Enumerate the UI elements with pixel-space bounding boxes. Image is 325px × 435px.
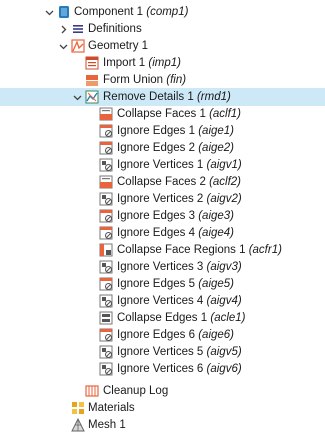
form-union-icon [85, 73, 99, 87]
geometry-icon [71, 39, 85, 53]
ignore-vertices-icon [99, 158, 113, 172]
ignore-vertices-icon [99, 345, 113, 359]
tree-node-label: Collapse Faces 2 (aclf2) [117, 176, 242, 188]
tree-node-detail[interactable]: Ignore Edges 2 (aige2) [0, 139, 325, 157]
mesh-icon [71, 418, 85, 432]
chevron-down-icon[interactable] [72, 88, 82, 106]
tree-node-label: Collapse Edges 1 (acle1) [117, 312, 246, 324]
chevron-down-icon[interactable] [58, 37, 68, 55]
tree-node-cleanup-log[interactable]: Cleanup Log [0, 382, 325, 400]
tree-node-label: Form Union (fin) [103, 74, 187, 86]
tree-node-detail[interactable]: Ignore Edges 6 (aige6) [0, 326, 325, 344]
chevron-down-icon[interactable] [44, 3, 54, 21]
tree-node-label: Ignore Edges 5 (aige5) [117, 278, 235, 290]
tree-node-label: Ignore Edges 1 (aige1) [117, 125, 235, 137]
tree-node-detail[interactable]: Ignore Vertices 4 (aigv4) [0, 292, 325, 310]
definitions-icon [71, 22, 85, 36]
tree-node-detail[interactable]: Collapse Faces 2 (aclf2) [0, 173, 325, 191]
ignore-vertices-icon [99, 192, 113, 206]
tree-node-detail[interactable]: Collapse Faces 1 (aclf1) [0, 105, 325, 123]
ignore-edges-icon [99, 124, 113, 138]
ignore-edges-icon [99, 209, 113, 223]
chevron-right-icon[interactable] [58, 20, 68, 38]
tree-node-detail[interactable]: Ignore Vertices 6 (aigv6) [0, 360, 325, 378]
tree-node-label: Ignore Edges 2 (aige2) [117, 142, 235, 154]
ignore-edges-icon [99, 226, 113, 240]
tree-node-detail[interactable]: Ignore Vertices 1 (aigv1) [0, 156, 325, 174]
tree-node-detail[interactable]: Ignore Edges 3 (aige3) [0, 207, 325, 225]
tree-node-detail[interactable]: Ignore Vertices 3 (aigv3) [0, 258, 325, 276]
tree-node-label: Ignore Vertices 4 (aigv4) [117, 295, 242, 307]
tree-node-definitions[interactable]: Definitions [0, 20, 325, 38]
tree-node-remove-details[interactable]: Remove Details 1 (rmd1) [0, 88, 325, 106]
collapse-faces-icon [99, 107, 113, 121]
tree-node-label: Ignore Vertices 3 (aigv3) [117, 261, 242, 273]
cleanup-log-icon [85, 384, 99, 398]
ignore-vertices-icon [99, 294, 113, 308]
tree-node-form-union[interactable]: Form Union (fin) [0, 71, 325, 89]
tree-node-label: Collapse Face Regions 1 (acfr1) [117, 244, 282, 256]
collapse-faces-icon [99, 175, 113, 189]
tree-node-label: Ignore Vertices 2 (aigv2) [117, 193, 242, 205]
tree-node-detail[interactable]: Ignore Edges 1 (aige1) [0, 122, 325, 140]
ignore-vertices-icon [99, 362, 113, 376]
remove-details-icon [85, 90, 99, 104]
tree-node-geometry[interactable]: Geometry 1 [0, 37, 325, 55]
tree-node-detail[interactable]: Collapse Face Regions 1 (acfr1) [0, 241, 325, 259]
import-icon [85, 56, 99, 70]
tree-node-label: Ignore Edges 6 (aige6) [117, 329, 235, 341]
tree-node-label: Cleanup Log [103, 385, 169, 397]
collapse-edges-icon [99, 311, 113, 325]
tree-node-label: Materials [88, 402, 135, 414]
tree-node-detail[interactable]: Collapse Edges 1 (acle1) [0, 309, 325, 327]
tree-node-label: Ignore Vertices 5 (aigv5) [117, 346, 242, 358]
tree-node-label: Ignore Edges 3 (aige3) [117, 210, 235, 222]
materials-icon [71, 401, 85, 415]
tree-node-detail[interactable]: Ignore Vertices 2 (aigv2) [0, 190, 325, 208]
tree-node-mesh[interactable]: Mesh 1 [0, 416, 325, 434]
tree-node-component[interactable]: Component 1 (comp1) [0, 3, 325, 21]
tree-node-label: Collapse Faces 1 (aclf1) [117, 108, 242, 120]
tree-node-label: Import 1 (imp1) [103, 57, 181, 69]
ignore-edges-icon [99, 328, 113, 342]
tree-node-label: Ignore Vertices 1 (aigv1) [117, 159, 242, 171]
model-tree: Component 1 (comp1) Definitions Geometry… [0, 0, 325, 435]
ignore-edges-icon [99, 277, 113, 291]
tree-node-label: Geometry 1 [88, 40, 149, 52]
tree-node-import[interactable]: Import 1 (imp1) [0, 54, 325, 72]
tree-node-materials[interactable]: Materials [0, 399, 325, 417]
ignore-vertices-icon [99, 260, 113, 274]
tree-node-label: Ignore Edges 4 (aige4) [117, 227, 235, 239]
component-icon [57, 5, 71, 19]
tree-node-label: Ignore Vertices 6 (aigv6) [117, 363, 242, 375]
collapse-face-regions-icon [99, 243, 113, 257]
tree-node-label: Mesh 1 [88, 419, 126, 431]
tree-node-detail[interactable]: Ignore Edges 4 (aige4) [0, 224, 325, 242]
tree-node-label: Component 1 (comp1) [74, 6, 189, 18]
tree-node-detail[interactable]: Ignore Vertices 5 (aigv5) [0, 343, 325, 361]
tree-node-label: Remove Details 1 (rmd1) [103, 91, 231, 103]
ignore-edges-icon [99, 141, 113, 155]
tree-node-detail[interactable]: Ignore Edges 5 (aige5) [0, 275, 325, 293]
tree-node-label: Definitions [88, 23, 142, 35]
